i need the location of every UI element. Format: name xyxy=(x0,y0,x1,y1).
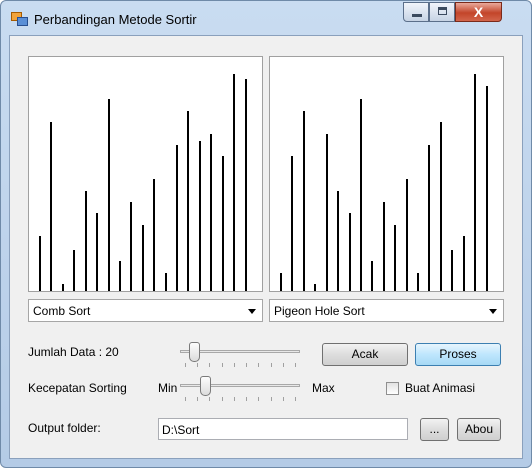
output-folder-label: Output folder: xyxy=(28,421,101,435)
slider-tick xyxy=(185,363,186,367)
maximize-button[interactable] xyxy=(429,2,455,22)
sort-bar xyxy=(486,86,488,291)
slider-tick xyxy=(295,397,296,401)
max-label: Max xyxy=(312,381,335,395)
sort-bar xyxy=(130,202,132,291)
slider-tick xyxy=(246,363,247,367)
slider-tick xyxy=(222,363,223,367)
sort-bar xyxy=(360,99,362,291)
slider-tick xyxy=(283,363,284,367)
sort-bar xyxy=(39,236,41,291)
slider-tick xyxy=(258,397,259,401)
sort-bar xyxy=(73,250,75,291)
left-algorithm-value: Comb Sort xyxy=(33,304,91,318)
sort-bar xyxy=(428,145,430,291)
close-button[interactable]: X xyxy=(455,2,502,22)
jumlah-data-label: Jumlah Data : 20 xyxy=(28,345,119,359)
slider-tick xyxy=(185,397,186,401)
sort-bar xyxy=(187,111,189,291)
chevron-down-icon xyxy=(248,309,256,314)
slider-tick xyxy=(234,363,235,367)
about-button[interactable]: Abou xyxy=(457,418,501,441)
kecepatan-slider[interactable] xyxy=(180,376,300,404)
output-folder-input[interactable]: D:\Sort xyxy=(158,418,408,440)
slider-thumb[interactable] xyxy=(189,342,200,362)
maximize-icon xyxy=(438,7,447,15)
slider-track xyxy=(180,384,300,387)
slider-tick xyxy=(209,363,210,367)
sort-bar xyxy=(199,141,201,291)
slider-tick xyxy=(197,397,198,401)
sort-bar xyxy=(291,156,293,291)
acak-button[interactable]: Acak xyxy=(322,343,408,366)
sort-bar xyxy=(349,213,351,291)
sort-bar xyxy=(326,134,328,291)
slider-tick xyxy=(222,397,223,401)
sort-bar xyxy=(406,179,408,291)
right-algorithm-select[interactable]: Pigeon Hole Sort xyxy=(269,299,504,322)
sort-bar xyxy=(210,134,212,291)
sort-bar xyxy=(463,236,465,291)
slider-tick xyxy=(295,363,296,367)
slider-tick xyxy=(283,397,284,401)
sort-bar xyxy=(233,74,235,291)
sort-bar xyxy=(303,111,305,291)
app-window: Perbandingan Metode Sortir X Comb Sort P… xyxy=(0,0,532,468)
slider-tick xyxy=(271,397,272,401)
sort-bar xyxy=(62,284,64,291)
slider-tick xyxy=(258,363,259,367)
jumlah-data-slider[interactable] xyxy=(180,342,300,370)
buat-animasi-label: Buat Animasi xyxy=(405,381,476,395)
kecepatan-sorting-label: Kecepatan Sorting xyxy=(28,381,127,395)
slider-tick xyxy=(246,397,247,401)
sort-bar xyxy=(417,273,419,291)
sort-bar xyxy=(85,191,87,291)
browse-button[interactable]: ... xyxy=(420,418,449,441)
sort-bar xyxy=(176,145,178,291)
sort-bar xyxy=(96,213,98,291)
slider-tick xyxy=(197,363,198,367)
left-sort-visual-panel xyxy=(28,56,263,292)
form-client-area: Comb Sort Pigeon Hole Sort Jumlah Data :… xyxy=(9,35,523,459)
right-sort-visual-panel xyxy=(269,56,504,292)
close-icon: X xyxy=(473,4,484,20)
chevron-down-icon xyxy=(489,309,497,314)
title-bar[interactable]: Perbandingan Metode Sortir X xyxy=(1,1,531,35)
sort-bar xyxy=(245,79,247,291)
sort-bar xyxy=(165,273,167,291)
sort-bar xyxy=(222,156,224,291)
sort-bar xyxy=(383,202,385,291)
slider-tick xyxy=(234,397,235,401)
slider-tick xyxy=(271,363,272,367)
slider-tick xyxy=(209,397,210,401)
sort-bar xyxy=(119,261,121,291)
minimize-button[interactable] xyxy=(403,2,429,22)
sort-bar xyxy=(280,273,282,291)
sort-bar xyxy=(474,74,476,291)
left-algorithm-select[interactable]: Comb Sort xyxy=(28,299,263,322)
sort-bar xyxy=(108,99,110,291)
proses-button[interactable]: Proses xyxy=(415,343,501,366)
min-label: Min xyxy=(158,381,178,395)
slider-thumb[interactable] xyxy=(200,376,211,396)
sort-bar xyxy=(451,250,453,291)
sort-bar xyxy=(153,179,155,291)
sort-bar xyxy=(142,225,144,291)
output-folder-value: D:\Sort xyxy=(162,423,200,437)
sort-bar xyxy=(50,122,52,291)
sort-bar xyxy=(337,191,339,291)
right-algorithm-value: Pigeon Hole Sort xyxy=(274,304,365,318)
sort-bar xyxy=(394,225,396,291)
buat-animasi-checkbox[interactable] xyxy=(386,382,399,395)
window-title: Perbandingan Metode Sortir xyxy=(34,12,197,27)
minimize-icon xyxy=(412,14,422,17)
sort-bar xyxy=(314,284,316,291)
sort-bar xyxy=(440,122,442,291)
sort-bar xyxy=(371,261,373,291)
app-icon xyxy=(11,12,28,26)
